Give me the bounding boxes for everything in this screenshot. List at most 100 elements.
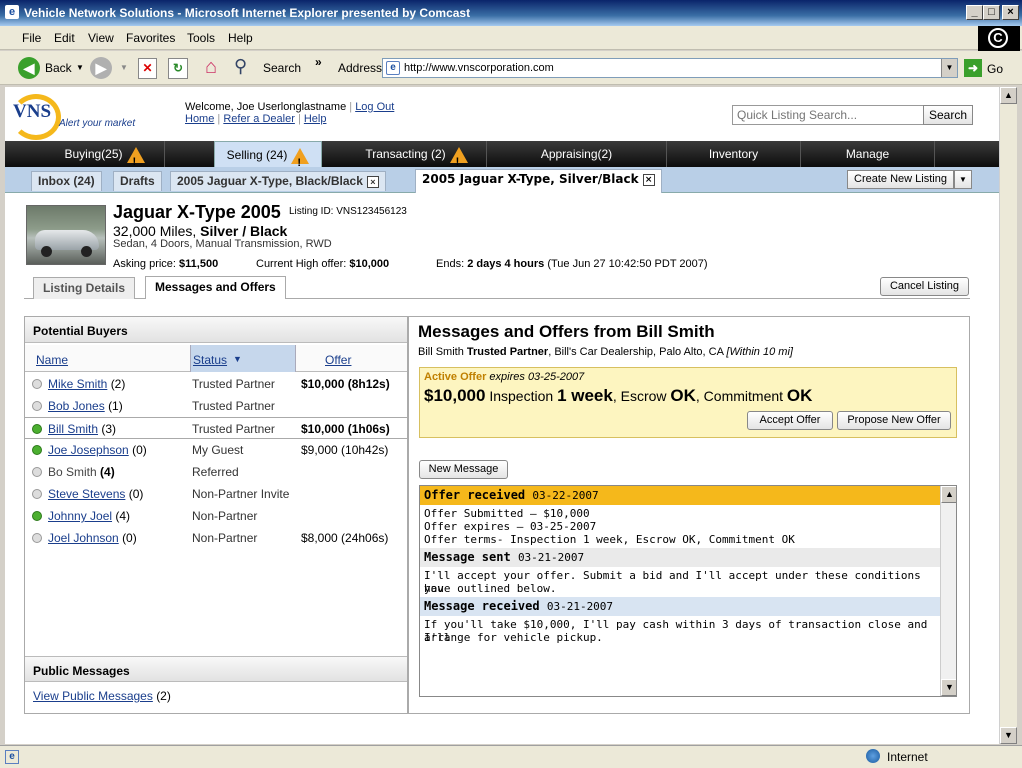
address-field[interactable]: e http://www.vnscorporation.com ▼ (382, 58, 958, 78)
col-name[interactable]: Name (36, 353, 68, 367)
create-listing-button[interactable]: Create New Listing (847, 170, 954, 189)
scroll-down-icon[interactable]: ▼ (941, 679, 956, 696)
scroll-up-icon[interactable]: ▲ (941, 486, 956, 503)
menu-edit[interactable]: Edit (54, 31, 75, 45)
buyer-name-link[interactable]: Steve Stevens (48, 487, 125, 501)
nav-transacting[interactable]: Transacting (2) (347, 141, 487, 175)
home-icon[interactable]: ⌂ (199, 56, 223, 80)
buyer-status-cell: Trusted Partner (192, 399, 275, 413)
nav-appraising[interactable]: Appraising(2) (487, 141, 667, 167)
buyer-distance: [Within 10 mi] (726, 346, 793, 358)
nav-buying[interactable]: Buying(25) (45, 141, 165, 175)
close-tab-icon[interactable]: × (642, 173, 655, 186)
address-dropdown-icon[interactable]: ▼ (941, 59, 957, 77)
home-link[interactable]: Home (185, 113, 214, 125)
miles-value: 32,000 Miles, (113, 223, 197, 239)
col-status-label[interactable]: Status (193, 353, 227, 367)
nav-appraising-label: Appraising (540, 147, 598, 161)
status-bar: e Internet (0, 745, 1022, 768)
close-tab-icon[interactable]: × (366, 175, 379, 188)
forward-dropdown-icon[interactable]: ▼ (120, 63, 128, 72)
view-public-messages-link[interactable]: View Public Messages (33, 689, 153, 703)
buyer-row[interactable]: Bob Jones (1) Trusted Partner (25, 395, 407, 417)
refer-dealer-link[interactable]: Refer a Dealer (223, 113, 295, 125)
quick-search-button[interactable]: Search (923, 105, 973, 125)
back-arrow-icon[interactable]: ◀ (18, 57, 40, 79)
buyers-table-header: Name Status ▼ Offer (25, 345, 407, 372)
sort-down-icon[interactable]: ▼ (233, 354, 242, 364)
tab-inbox[interactable]: Inbox (24) (31, 171, 102, 191)
thread-item-line: Offer terms- Inspection 1 week, Escrow O… (424, 533, 795, 546)
nav-transacting-label: Transacting (365, 147, 428, 161)
thread-item-header[interactable]: Message sent 03-21-2007 (420, 548, 940, 567)
new-message-button[interactable]: New Message (419, 460, 508, 479)
tab-messages-offers[interactable]: Messages and Offers (145, 276, 286, 299)
buyer-row[interactable]: Joe Josephson (0) My Guest $9,000 (10h42s) (25, 439, 407, 461)
vns-logo: VNS (13, 101, 52, 122)
buyer-row[interactable]: Bo Smith (4) Referred (25, 461, 407, 483)
logout-link[interactable]: Log Out (355, 101, 394, 113)
warning-icon (291, 147, 310, 176)
forward-arrow-icon[interactable]: ▶ (90, 57, 112, 79)
col-offer[interactable]: Offer (325, 353, 351, 367)
menu-file[interactable]: File (22, 31, 41, 45)
thread-scrollbar[interactable]: ▲ ▼ (940, 486, 956, 696)
buyer-name-link[interactable]: Bob Jones (48, 399, 105, 413)
buyer-name-link[interactable]: Joel Johnson (48, 531, 119, 545)
tab-listing-black[interactable]: 2005 Jaguar X-Type, Black/Black × (170, 171, 386, 191)
asking-value: $11,500 (179, 258, 219, 270)
buyer-row[interactable]: Mike Smith (2) Trusted Partner $10,000 (8h… (25, 373, 407, 395)
menu-tools[interactable]: Tools (187, 31, 215, 45)
col-status[interactable]: Status ▼ (190, 345, 296, 372)
logo-tagline: Alert your market (59, 118, 136, 129)
buyer-row[interactable]: Joel Johnson (0) Non-Partner $8,000 (24h06… (25, 527, 407, 549)
stop-icon[interactable]: ✕ (138, 58, 157, 79)
search-magnifier-icon[interactable]: ⚲ (234, 56, 258, 80)
menu-view[interactable]: View (88, 31, 114, 45)
buyer-name-link[interactable]: Mike Smith (48, 377, 107, 391)
help-link[interactable]: Help (304, 113, 327, 125)
online-status-icon (32, 511, 42, 521)
scroll-up-icon[interactable]: ▲ (1000, 87, 1017, 104)
close-icon[interactable]: × (1002, 5, 1019, 20)
maximize-icon[interactable]: □ (983, 5, 1000, 20)
url-text[interactable]: http://www.vnscorporation.com (404, 62, 554, 74)
buyer-row[interactable]: Steve Stevens (0) Non-Partner Invite (25, 483, 407, 505)
menu-help[interactable]: Help (228, 31, 253, 45)
go-arrow-icon[interactable]: ➜ (964, 59, 982, 77)
refresh-icon[interactable]: ↻ (168, 58, 188, 79)
buyer-row[interactable]: Bill Smith (3) Trusted Partner $10,000 (1h… (25, 417, 407, 439)
minimize-icon[interactable]: _ (966, 5, 983, 20)
scroll-down-icon[interactable]: ▼ (1000, 727, 1017, 744)
nav-manage[interactable]: Manage (801, 141, 935, 167)
buyer-status-cell: Non-Partner (192, 509, 258, 523)
propose-offer-button[interactable]: Propose New Offer (837, 411, 951, 430)
page-scrollbar[interactable]: ▲ ▼ (999, 87, 1017, 744)
back-button-label[interactable]: Back (45, 61, 72, 75)
thread-item-header[interactable]: Offer received 03-22-2007 (420, 486, 940, 505)
tab-drafts[interactable]: Drafts (113, 171, 162, 191)
car-thumbnail[interactable] (26, 205, 106, 265)
quick-search-input[interactable] (732, 105, 924, 125)
buyer-name-link[interactable]: Bill Smith (48, 422, 98, 436)
nav-selling[interactable]: Selling (24) (214, 141, 322, 176)
tab-listing-black-label: 2005 Jaguar X-Type, Black/Black (177, 174, 363, 188)
create-listing-dropdown-icon[interactable]: ▼ (954, 170, 972, 189)
buyer-name-link[interactable]: Joe Josephson (48, 443, 129, 457)
thread-item-header[interactable]: Message received 03-21-2007 (420, 597, 940, 616)
nav-selling-count: (24) (266, 148, 288, 162)
tab-listing-details[interactable]: Listing Details (33, 277, 136, 299)
buyer-row[interactable]: Johnny Joel (4) Non-Partner (25, 505, 407, 527)
cancel-listing-button[interactable]: Cancel Listing (880, 277, 969, 296)
buyer-name-link[interactable]: Johnny Joel (48, 509, 112, 523)
toolbar-chevron-icon[interactable]: » (315, 55, 322, 69)
listing-ends: Ends: 2 days 4 hours (Tue Jun 27 10:42:5… (436, 258, 708, 270)
menu-favorites[interactable]: Favorites (126, 31, 175, 45)
nav-inventory[interactable]: Inventory (667, 141, 801, 167)
back-dropdown-icon[interactable]: ▼ (76, 63, 84, 72)
buyer-offer-cell: $10,000 (1h06s) (301, 422, 390, 436)
go-button-label[interactable]: Go (987, 62, 1003, 76)
tab-listing-silver[interactable]: 2005 Jaguar X-Type, Silver/Black × (415, 169, 662, 193)
search-button-label[interactable]: Search (263, 61, 301, 75)
accept-offer-button[interactable]: Accept Offer (747, 411, 833, 430)
